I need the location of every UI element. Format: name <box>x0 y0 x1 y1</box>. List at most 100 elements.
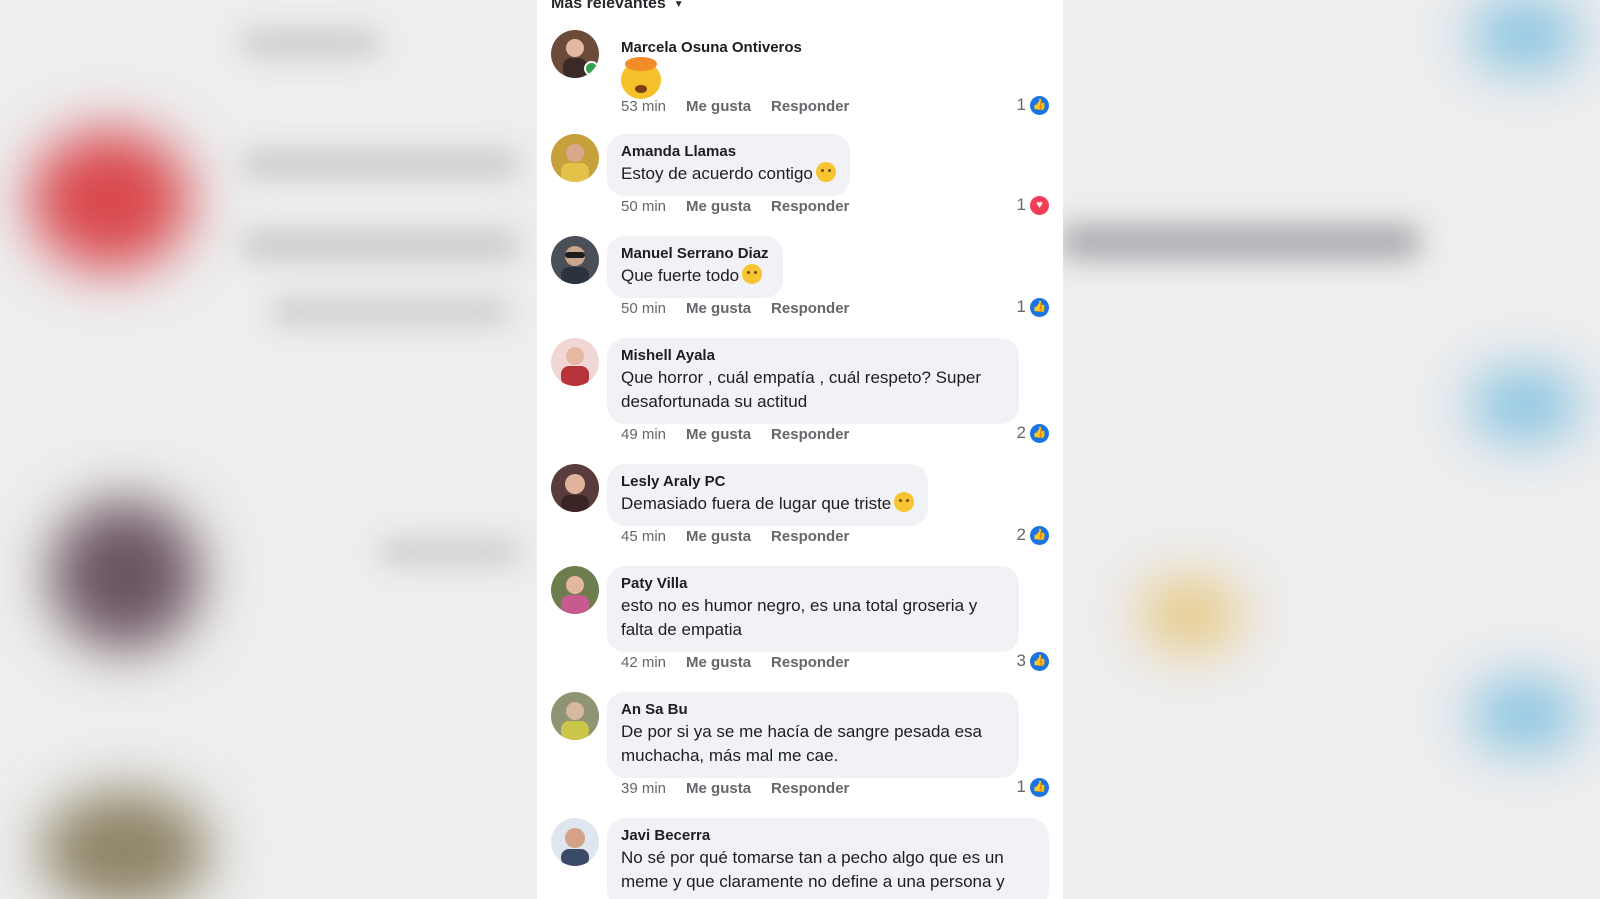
like-button[interactable]: Me gusta <box>686 780 751 797</box>
sort-dropdown[interactable]: Más relevantes ▼ <box>551 0 684 13</box>
comments-panel: Más relevantes ▼ Marcela Osuna Ontiveros… <box>537 0 1063 899</box>
like-button[interactable]: Me gusta <box>686 300 751 317</box>
avatar[interactable] <box>551 464 599 512</box>
reaction-count[interactable]: 1 👍 <box>1017 777 1049 797</box>
blurred-bar <box>380 540 520 564</box>
like-icon: 👍 <box>1030 651 1049 671</box>
avatar[interactable] <box>551 818 599 866</box>
comment-actions: 53 min Me gusta Responder <box>621 98 849 115</box>
avatar-image <box>551 134 599 182</box>
comment-bubble: Manuel Serrano Diaz Que fuerte todo <box>607 236 783 298</box>
reaction-count[interactable]: 2 👍 <box>1017 423 1049 443</box>
comment-text: Demasiado fuera de lugar que triste <box>621 494 892 513</box>
like-button[interactable]: Me gusta <box>686 198 751 215</box>
avatar[interactable] <box>551 338 599 386</box>
comment-bubble: Paty Villa esto no es humor negro, es un… <box>607 566 1019 652</box>
sort-label: Más relevantes <box>551 0 666 12</box>
comment-time[interactable]: 42 min <box>621 654 666 671</box>
reaction-count[interactable]: 1 ♥ <box>1017 195 1049 215</box>
reaction-count[interactable]: 3 👍 <box>1017 651 1049 671</box>
like-button[interactable]: Me gusta <box>686 528 751 545</box>
blurred-blob <box>30 130 190 270</box>
like-button[interactable]: Me gusta <box>686 654 751 671</box>
comment-author[interactable]: Mishell Ayala <box>621 347 1005 365</box>
avatar[interactable] <box>551 134 599 182</box>
comment-author[interactable]: Paty Villa <box>621 575 1005 593</box>
avatar-image <box>551 464 599 512</box>
disappointed-emoji <box>894 492 915 512</box>
reply-button[interactable]: Responder <box>771 780 849 797</box>
blurred-blob <box>1140 580 1240 650</box>
blurred-blob <box>1470 370 1580 440</box>
comment-time[interactable]: 39 min <box>621 780 666 797</box>
comment-author[interactable]: Javi Becerra <box>621 827 1035 845</box>
comment-time[interactable]: 49 min <box>621 426 666 443</box>
reaction-count-value: 1 <box>1016 95 1026 114</box>
comment-actions: 39 min Me gusta Responder <box>621 780 849 797</box>
comment-actions: 45 min Me gusta Responder <box>621 528 849 545</box>
reply-button[interactable]: Responder <box>771 426 849 443</box>
reaction-count-value: 2 <box>1016 525 1026 544</box>
avatar[interactable] <box>551 30 599 78</box>
reaction-count-value: 1 <box>1016 297 1026 316</box>
comment-time[interactable]: 45 min <box>621 528 666 545</box>
blurred-bar <box>240 230 520 260</box>
avatar[interactable] <box>551 566 599 614</box>
reply-button[interactable]: Responder <box>771 654 849 671</box>
comment-text: Que horror , cuál empatía , cuál respeto… <box>621 368 982 411</box>
reaction-count[interactable]: 2 👍 <box>1017 525 1049 545</box>
reaction-count-value: 1 <box>1016 195 1026 214</box>
reply-button[interactable]: Responder <box>771 98 849 115</box>
avatar-image <box>551 818 599 866</box>
comment-bubble: An Sa Bu De por si ya se me hacía de san… <box>607 692 1019 778</box>
reply-button[interactable]: Responder <box>771 528 849 545</box>
blurred-bar <box>1060 225 1420 259</box>
comment-author[interactable]: Manuel Serrano Diaz <box>621 245 769 263</box>
reaction-count-value: 3 <box>1016 651 1026 670</box>
avatar[interactable] <box>551 692 599 740</box>
comment-bubble: Amanda Llamas Estoy de acuerdo contigo <box>607 134 850 196</box>
avatar-image <box>551 566 599 614</box>
like-icon: 👍 <box>1030 525 1049 545</box>
comment-author[interactable]: An Sa Bu <box>621 701 1005 719</box>
comment-time[interactable]: 50 min <box>621 300 666 317</box>
avatar-image <box>551 692 599 740</box>
blurred-bar <box>240 30 380 56</box>
comment-actions: 42 min Me gusta Responder <box>621 654 849 671</box>
comment-text: No sé por qué tomarse tan a pecho algo q… <box>621 848 1005 891</box>
comment-bubble: Lesly Araly PC Demasiado fuera de lugar … <box>607 464 929 526</box>
downcast-sweat-emoji <box>815 162 836 182</box>
reply-button[interactable]: Responder <box>771 198 849 215</box>
blurred-blob <box>50 500 200 650</box>
comment-author[interactable]: Marcela Osuna Ontiveros <box>621 39 802 57</box>
blurred-blob <box>1470 680 1580 750</box>
comment-author[interactable]: Lesly Araly PC <box>621 473 914 491</box>
love-icon: ♥ <box>1030 195 1049 215</box>
like-icon: 👍 <box>1030 95 1049 115</box>
comment-text: De por si ya se me hacía de sangre pesad… <box>621 722 982 765</box>
like-button[interactable]: Me gusta <box>686 98 751 115</box>
comment-time[interactable]: 53 min <box>621 98 666 115</box>
like-icon: 👍 <box>1030 297 1049 317</box>
reply-button[interactable]: Responder <box>771 300 849 317</box>
chevron-down-icon: ▼ <box>673 0 684 10</box>
comment-bubble: Mishell Ayala Que horror , cuál empatía … <box>607 338 1019 424</box>
reaction-count-value: 2 <box>1016 423 1026 442</box>
comment-actions: 50 min Me gusta Responder <box>621 198 849 215</box>
reaction-count[interactable]: 1 👍 <box>1017 95 1049 115</box>
avatar[interactable] <box>551 236 599 284</box>
blurred-bar <box>240 150 520 178</box>
astonished-emoji <box>742 264 763 284</box>
like-button[interactable]: Me gusta <box>686 426 751 443</box>
reaction-count[interactable]: 1 👍 <box>1017 297 1049 317</box>
avatar-image <box>551 236 599 284</box>
comment-time[interactable]: 50 min <box>621 198 666 215</box>
comment-text: Que fuerte todo <box>621 266 740 285</box>
comment-author[interactable]: Amanda Llamas <box>621 143 836 161</box>
blurred-blob <box>1470 0 1580 70</box>
comment-actions: 49 min Me gusta Responder <box>621 426 849 443</box>
like-icon: 👍 <box>1030 423 1049 443</box>
exploding-head-emoji <box>621 57 661 99</box>
comment-text: Estoy de acuerdo contigo <box>621 164 813 183</box>
comment-bubble: Javi Becerra No sé por qué tomarse tan a… <box>607 818 1049 899</box>
